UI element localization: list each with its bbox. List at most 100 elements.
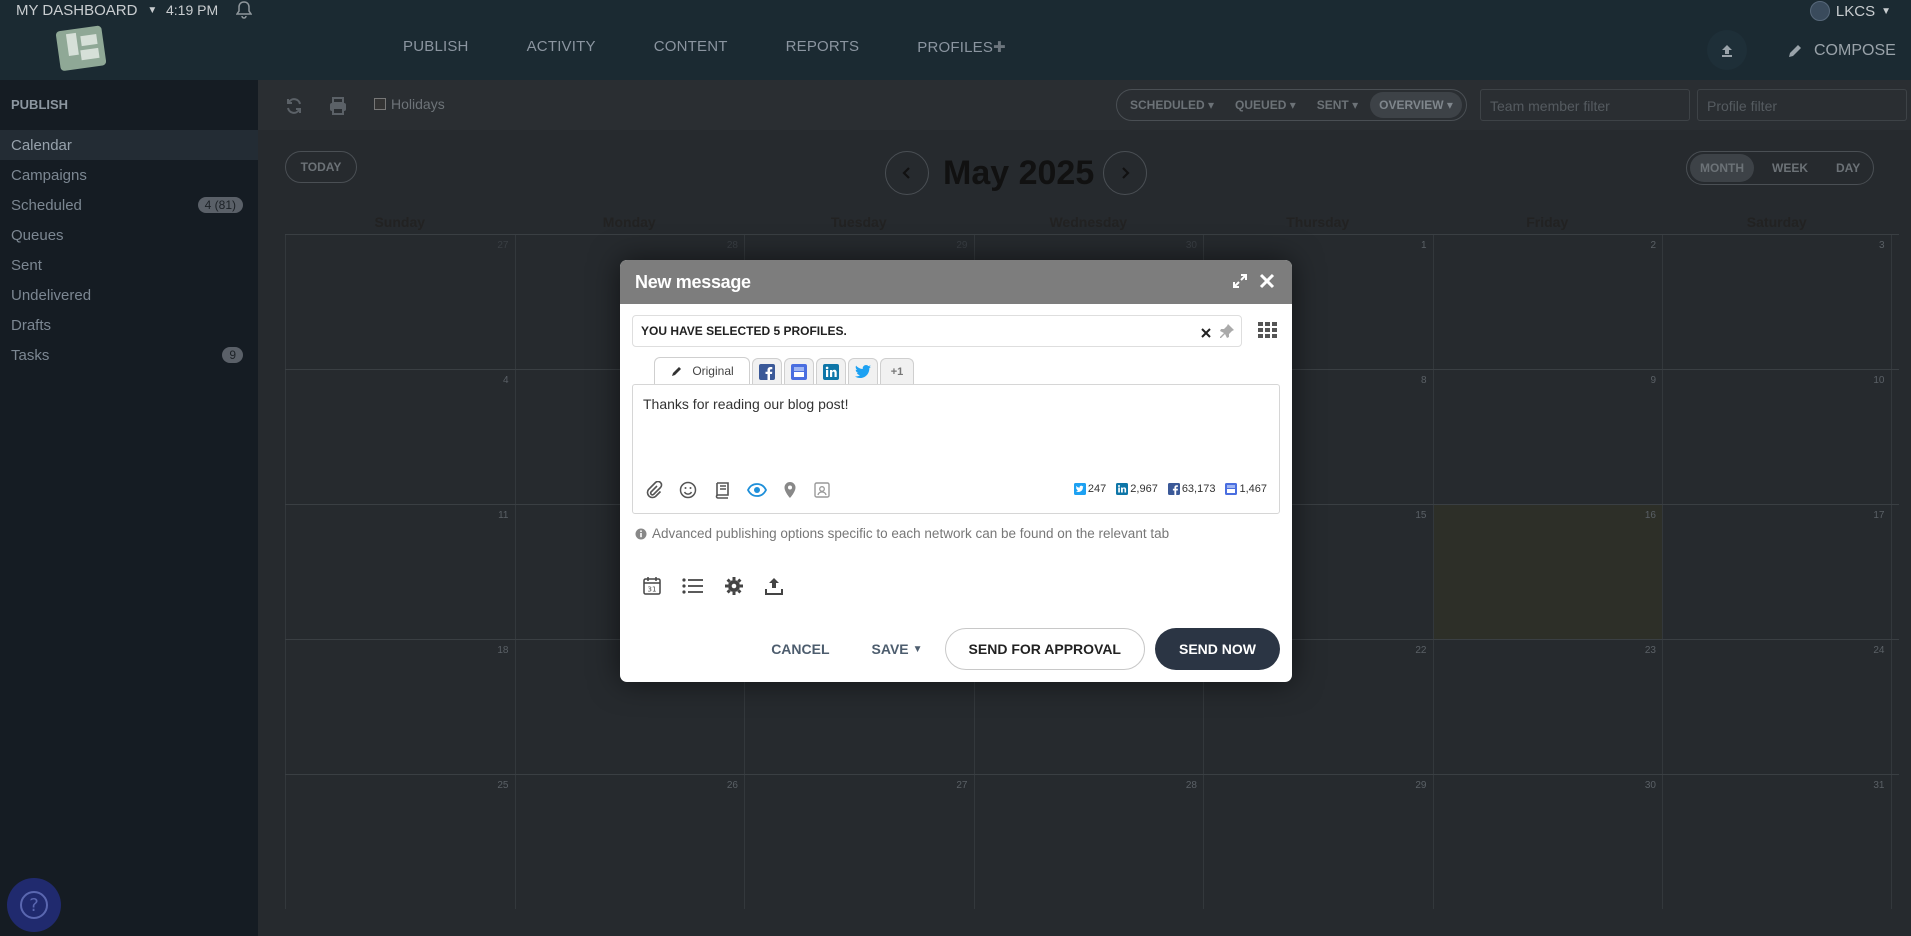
nav-activity[interactable]: ACTIVITY	[527, 38, 596, 56]
help-button[interactable]: ?	[7, 878, 61, 932]
profile-grid-icon[interactable]	[1258, 322, 1278, 343]
calendar-day-cell[interactable]: 26	[514, 775, 745, 909]
tab-more[interactable]: +1	[880, 358, 914, 384]
calendar-day-cell[interactable]: 29	[1203, 775, 1433, 909]
compose-button[interactable]: COMPOSE	[1786, 42, 1896, 60]
close-icon[interactable]	[1258, 272, 1276, 295]
sidebar-item-scheduled[interactable]: Scheduled 4 (81)	[0, 190, 258, 220]
content-library-icon[interactable]	[713, 481, 731, 504]
send-for-approval-button[interactable]: SEND FOR APPROVAL	[944, 628, 1145, 670]
chevron-left-icon	[902, 167, 910, 179]
tab-facebook[interactable]	[752, 358, 782, 384]
calendar-day-cell[interactable]: 27	[285, 235, 515, 369]
nav-content[interactable]: CONTENT	[654, 38, 728, 56]
profile-filter-input[interactable]: Profile filter	[1697, 89, 1907, 121]
gear-icon[interactable]	[724, 576, 744, 601]
weekday-header: Sunday Monday Tuesday Wednesday Thursday…	[285, 214, 1899, 234]
cancel-button[interactable]: CANCEL	[771, 641, 829, 657]
profile-selector[interactable]: YOU HAVE SELECTED 5 PROFILES.	[632, 315, 1242, 347]
sidebar-item-tasks[interactable]: Tasks 9	[0, 340, 258, 370]
day-number: 22	[1415, 645, 1427, 656]
send-now-button[interactable]: SEND NOW	[1155, 628, 1280, 670]
day-number: 11	[498, 510, 509, 521]
calendar-day-cell[interactable]: 9	[1432, 370, 1663, 504]
pin-icon[interactable]	[1219, 323, 1235, 344]
sidebar-item-calendar[interactable]: Calendar	[0, 130, 258, 160]
holidays-checkbox[interactable]: Holidays	[374, 96, 445, 112]
sidebar-item-campaigns[interactable]: Campaigns	[0, 160, 258, 190]
editor-toolbar	[645, 480, 831, 504]
today-button[interactable]: TODAY	[285, 151, 357, 183]
refresh-icon[interactable]	[284, 96, 304, 121]
calendar-day-cell[interactable]: 31	[1662, 775, 1892, 909]
day-number: 15	[1415, 510, 1427, 521]
view-month[interactable]: MONTH	[1690, 154, 1754, 182]
view-week[interactable]: WEEK	[1762, 154, 1818, 182]
calendar-day-cell[interactable]: 24	[1662, 640, 1892, 774]
save-label: SAVE	[871, 641, 909, 657]
tab-linkedin[interactable]	[816, 358, 846, 384]
calendar-day-cell[interactable]: 16	[1432, 505, 1662, 639]
dashboard-menu[interactable]: MY DASHBOARD ▼	[16, 2, 157, 19]
location-pin-icon[interactable]	[783, 481, 797, 504]
calendar-day-cell[interactable]: 3	[1662, 235, 1892, 369]
sidebar-item-queues[interactable]: Queues	[0, 220, 258, 250]
calendar-day-cell[interactable]: 18	[285, 640, 515, 774]
linkedin-icon	[1116, 483, 1129, 495]
sidebar-item-drafts[interactable]: Drafts	[0, 310, 258, 340]
checkbox-box[interactable]	[374, 98, 386, 110]
paperclip-icon[interactable]	[645, 480, 663, 504]
calendar-day-cell[interactable]: 4	[285, 370, 515, 504]
day-number: 17	[1873, 510, 1885, 521]
calendar-title: May 2025	[943, 154, 1095, 192]
message-text[interactable]: Thanks for reading our blog post!	[643, 396, 848, 412]
view-day[interactable]: DAY	[1826, 154, 1870, 182]
print-icon[interactable]	[328, 96, 348, 121]
team-member-filter-input[interactable]: Team member filter	[1480, 89, 1690, 121]
calendar-icon[interactable]: 31	[642, 576, 662, 601]
weekday-label: Saturday	[1746, 214, 1807, 230]
filter-overview[interactable]: OVERVIEW ▾	[1370, 92, 1462, 118]
weekday-label: Friday	[1526, 214, 1569, 230]
sidebar-item-undelivered[interactable]: Undelivered	[0, 280, 258, 310]
preview-eye-icon[interactable]	[746, 482, 768, 503]
calendar-day-cell[interactable]: 30	[1432, 775, 1663, 909]
sidebar-item-sent[interactable]: Sent	[0, 250, 258, 280]
brand-logo-icon[interactable]	[54, 22, 112, 74]
clear-profiles-icon[interactable]	[1201, 325, 1211, 343]
nav-reports[interactable]: REPORTS	[786, 38, 860, 56]
calendar-day-cell[interactable]: 25	[285, 775, 515, 909]
weekday-label: Tuesday	[830, 214, 887, 230]
message-editor[interactable]: Thanks for reading our blog post! 247 2,…	[632, 384, 1280, 514]
upload-icon[interactable]	[764, 576, 784, 601]
calendar-day-cell[interactable]: 23	[1432, 640, 1663, 774]
expand-icon[interactable]	[1232, 273, 1248, 294]
calendar-day-cell[interactable]: 2	[1432, 235, 1663, 369]
tab-twitter[interactable]	[848, 358, 878, 384]
tab-original[interactable]: Original	[654, 357, 750, 384]
day-number: 1	[1420, 240, 1427, 251]
user-menu[interactable]: LKCS ▼	[1809, 1, 1891, 21]
upload-icon	[1722, 45, 1732, 57]
filter-queued[interactable]: QUEUED ▾	[1226, 92, 1305, 118]
filter-scheduled[interactable]: SCHEDULED ▾	[1121, 92, 1223, 118]
nav-profiles[interactable]: PROFILES✚	[917, 38, 1006, 56]
next-month-button[interactable]	[1103, 151, 1147, 195]
filter-sent[interactable]: SENT ▾	[1308, 92, 1367, 118]
calendar-day-cell[interactable]: 27	[744, 775, 974, 909]
save-button[interactable]: SAVE ▼	[872, 641, 923, 657]
calendar-day-cell[interactable]: 10	[1662, 370, 1892, 504]
upload-button[interactable]	[1707, 30, 1747, 70]
calendar-day-cell[interactable]: 11	[285, 505, 515, 639]
calendar-day-cell[interactable]: 28	[973, 775, 1204, 909]
emoji-icon[interactable]	[679, 481, 697, 504]
prev-month-button[interactable]	[885, 151, 929, 195]
list-icon[interactable]	[682, 577, 704, 600]
nav-publish[interactable]: PUBLISH	[403, 38, 469, 56]
twitter-icon	[1073, 483, 1086, 495]
tab-google-business[interactable]	[784, 358, 814, 384]
filter-label: OVERVIEW	[1379, 98, 1444, 112]
bell-icon[interactable]	[235, 1, 253, 24]
calendar-day-cell[interactable]: 17	[1662, 505, 1892, 639]
contact-card-icon[interactable]	[813, 481, 831, 504]
